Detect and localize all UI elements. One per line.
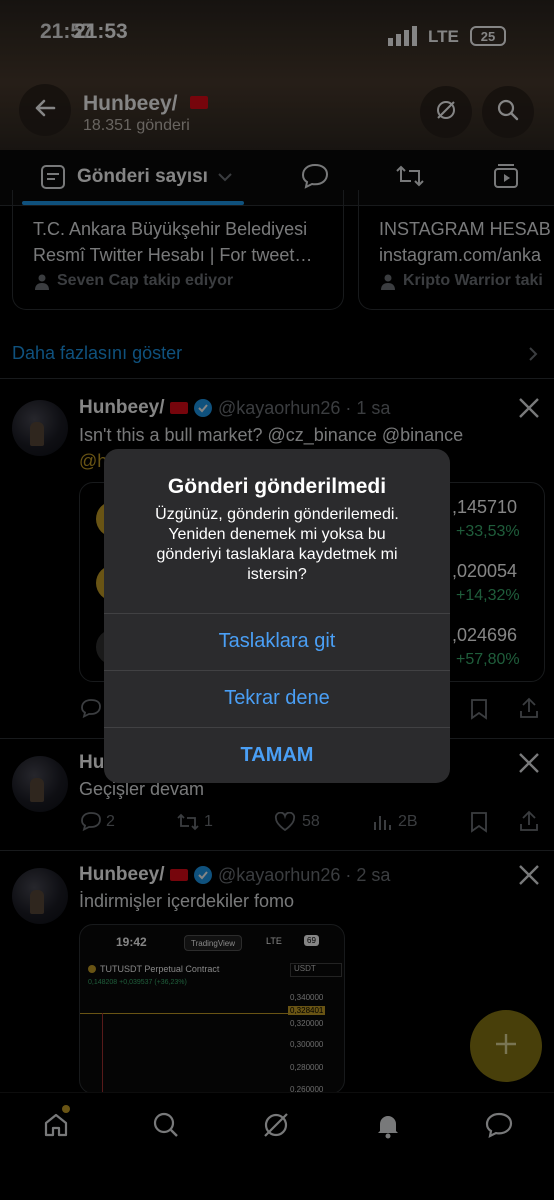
dialog-message: Üzgünüz, gönderin gönderilemedi. Yeniden…: [155, 506, 399, 583]
dialog-title: Gönderi gönderilmedi: [167, 475, 387, 498]
go-to-drafts-button[interactable]: Taslaklara git: [104, 613, 450, 669]
retry-button[interactable]: Tekrar dene: [104, 670, 450, 726]
ok-button[interactable]: TAMAM: [104, 727, 450, 783]
alert-dialog: Gönderi gönderilmedi Üzgünüz, gönderin g…: [104, 449, 450, 783]
